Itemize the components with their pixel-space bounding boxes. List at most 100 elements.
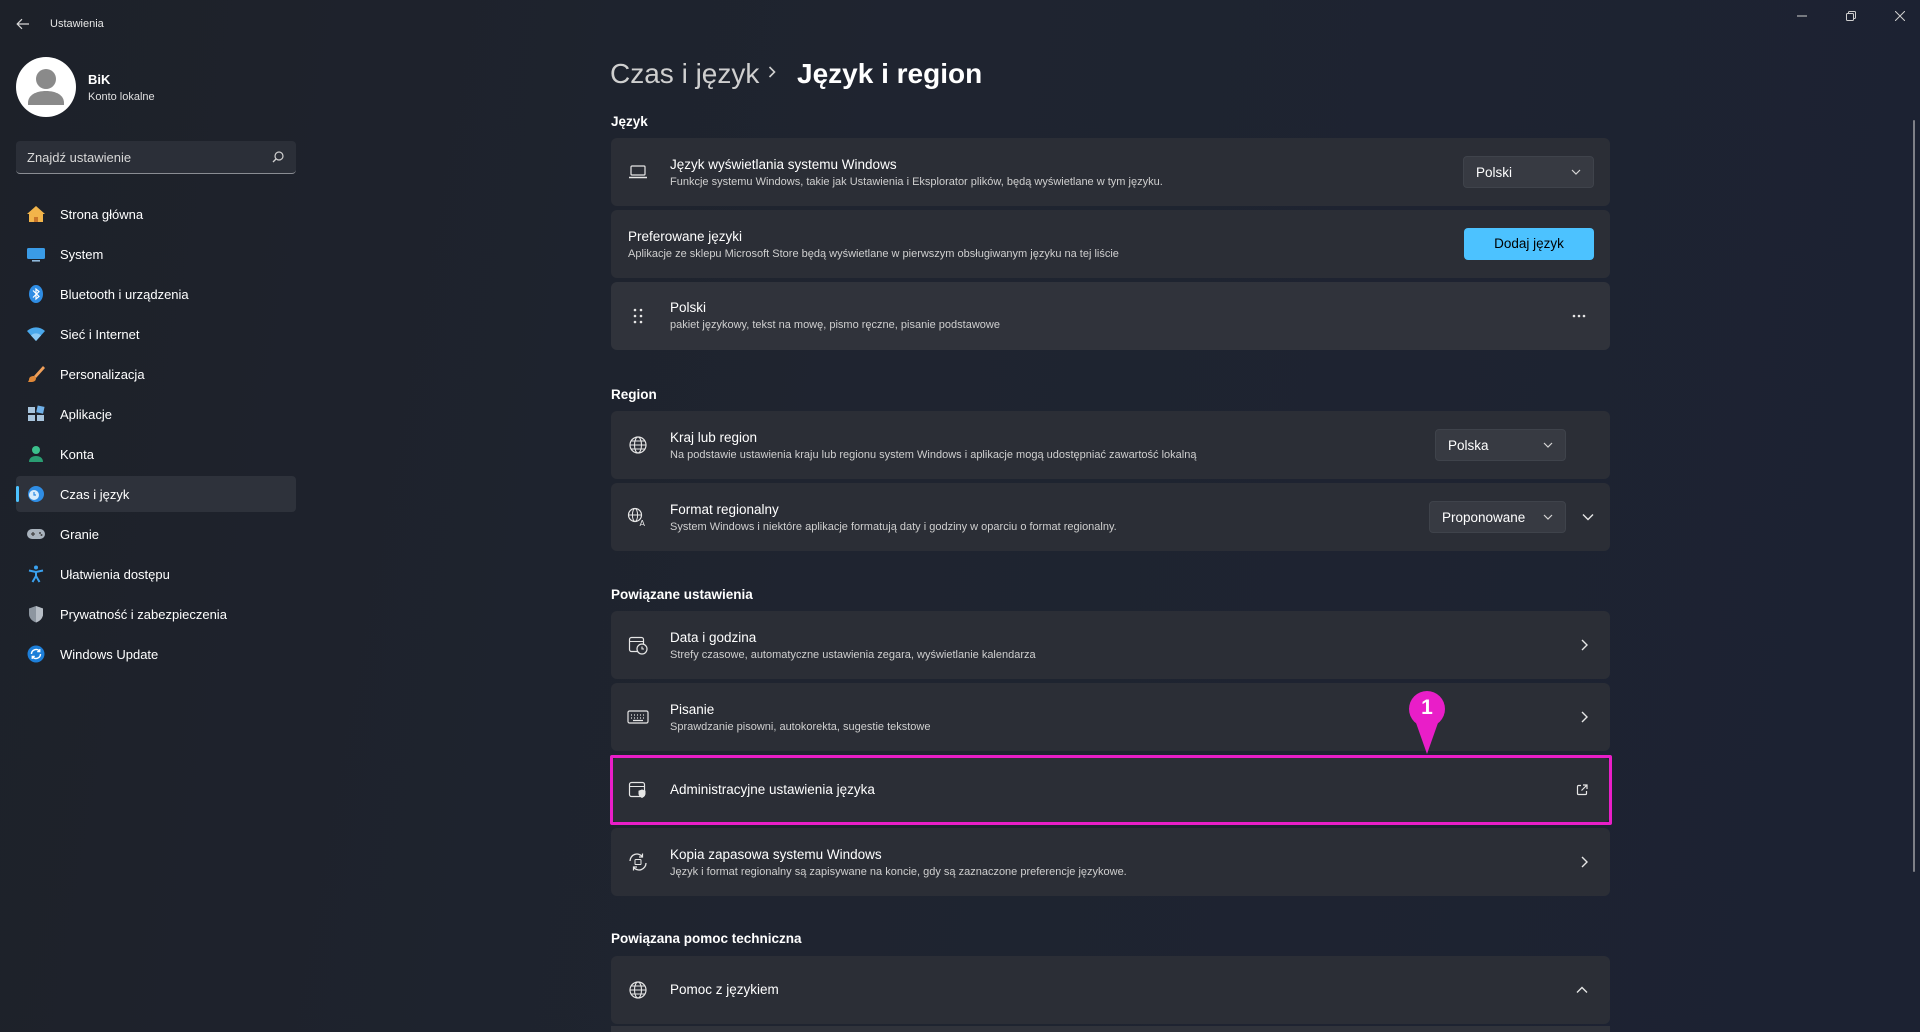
card-date-time[interactable]: Data i godzina Strefy czasowe, automatyc… — [611, 611, 1610, 679]
scrollbar[interactable] — [1913, 120, 1915, 872]
card-subtitle: Funkcje systemu Windows, takie jak Ustaw… — [670, 176, 1163, 188]
card-title: Pisanie — [670, 702, 715, 717]
card-preferred-languages: Preferowane języki Aplikacje ze sklepu M… — [611, 210, 1610, 278]
section-heading-language: Język — [611, 114, 648, 129]
search-placeholder: Znajdź ustawienie — [27, 150, 132, 165]
sidebar-item-network[interactable]: Sieć i Internet — [16, 316, 296, 352]
accessibility-icon — [26, 565, 46, 583]
drag-handle-icon[interactable] — [627, 305, 649, 327]
card-typing[interactable]: Pisanie Sprawdzanie pisowni, autokorekta… — [611, 683, 1610, 751]
section-heading-related-support: Powiązana pomoc techniczna — [611, 931, 802, 946]
search-input[interactable]: Znajdź ustawienie — [16, 141, 296, 174]
restore-icon — [1846, 11, 1856, 21]
svg-text:A: A — [640, 519, 646, 527]
chevron-down-icon — [1571, 169, 1581, 175]
backup-sync-icon — [627, 851, 649, 873]
card-subtitle: Aplikacje ze sklepu Microsoft Store będą… — [628, 248, 1119, 260]
sidebar-item-system[interactable]: System — [16, 236, 296, 272]
sidebar-item-personalization[interactable]: Personalizacja — [16, 356, 296, 392]
regional-format-dropdown[interactable]: Proponowane — [1429, 501, 1566, 533]
card-title: Język wyświetlania systemu Windows — [670, 157, 897, 172]
card-display-language: Język wyświetlania systemu Windows Funkc… — [611, 138, 1610, 206]
search-icon — [272, 151, 284, 163]
monitor-icon — [26, 245, 46, 263]
chevron-up-icon[interactable] — [1576, 986, 1588, 994]
sidebar-item-windows-update[interactable]: Windows Update — [16, 636, 296, 672]
home-icon — [26, 205, 46, 223]
back-button[interactable] — [10, 12, 36, 36]
clock-globe-icon — [26, 485, 46, 503]
chevron-right-icon — [1581, 856, 1588, 868]
card-title: Polski — [670, 300, 707, 315]
card-subtitle: Język i format regionalny są zapisywane … — [670, 866, 1127, 878]
expand-chevron-icon[interactable] — [1582, 513, 1594, 521]
avatar[interactable] — [16, 57, 76, 117]
regional-format-icon: A — [627, 506, 649, 528]
display-language-dropdown[interactable]: Polski — [1463, 156, 1594, 188]
breadcrumb-chevron-icon — [768, 66, 776, 78]
card-subtitle: Strefy czasowe, automatyczne ustawienia … — [670, 649, 1036, 661]
keyboard-icon — [627, 706, 649, 728]
chevron-right-icon — [1581, 639, 1588, 651]
section-heading-region: Region — [611, 387, 657, 402]
close-icon — [1895, 11, 1905, 21]
user-avatar-icon — [28, 69, 64, 105]
bluetooth-icon — [26, 285, 46, 303]
card-country-region: Kraj lub region Na podstawie ustawienia … — [611, 411, 1610, 479]
card-subtitle: Na podstawie ustawienia kraju lub region… — [670, 449, 1197, 461]
card-title: Format regionalny — [670, 502, 779, 517]
maximize-button[interactable] — [1831, 8, 1871, 24]
sidebar-item-gaming[interactable]: Granie — [16, 516, 296, 552]
card-expanded-content — [611, 1026, 1610, 1032]
user-name: BiK — [88, 72, 111, 87]
update-icon — [26, 645, 46, 663]
section-heading-related-settings: Powiązane ustawienia — [611, 587, 753, 602]
close-button[interactable] — [1880, 8, 1920, 24]
card-title: Data i godzina — [670, 630, 757, 645]
card-subtitle: pakiet językowy, tekst na mowę, pismo rę… — [670, 319, 1000, 331]
sidebar-item-apps[interactable]: Aplikacje — [16, 396, 296, 432]
card-title: Pomoc z językiem — [670, 982, 779, 997]
card-regional-format[interactable]: A Format regionalny System Windows i nie… — [611, 483, 1610, 551]
add-language-button[interactable]: Dodaj język — [1464, 228, 1594, 260]
minimize-button[interactable] — [1782, 8, 1822, 24]
card-windows-backup[interactable]: Kopia zapasowa systemu Windows Język i f… — [611, 828, 1610, 896]
card-subtitle: Sprawdzanie pisowni, autokorekta, sugest… — [670, 721, 931, 733]
laptop-icon — [627, 161, 649, 183]
annotation-highlight-box — [610, 755, 1612, 825]
annotation-marker: 1 — [1408, 690, 1446, 756]
calendar-clock-icon — [627, 634, 649, 656]
shield-icon — [26, 605, 46, 623]
sidebar-item-time-language[interactable]: Czas i język — [16, 476, 296, 512]
card-subtitle: System Windows i niektóre aplikacje form… — [670, 521, 1117, 533]
sidebar-nav: Strona główna System Bluetooth i urządze… — [16, 196, 296, 676]
card-language-help[interactable]: Pomoc z językiem — [611, 956, 1610, 1024]
page-title: Język i region — [797, 58, 983, 89]
annotation-number: 1 — [1421, 696, 1433, 719]
back-arrow-icon — [16, 18, 29, 30]
card-title: Preferowane języki — [628, 229, 743, 244]
globe-icon — [627, 434, 649, 456]
card-title: Kopia zapasowa systemu Windows — [670, 847, 882, 862]
breadcrumb-parent[interactable]: Czas i język — [610, 58, 759, 90]
sidebar-item-accessibility[interactable]: Ułatwienia dostępu — [16, 556, 296, 592]
sidebar-item-privacy[interactable]: Prywatność i zabezpieczenia — [16, 596, 296, 632]
chevron-down-icon — [1543, 442, 1553, 448]
minimize-icon — [1797, 15, 1807, 17]
sidebar-item-bluetooth[interactable]: Bluetooth i urządzenia — [16, 276, 296, 312]
title-bar — [0, 0, 1920, 48]
more-options-button[interactable] — [1572, 314, 1586, 318]
account-type: Konto lokalne — [88, 91, 155, 103]
card-title: Kraj lub region — [670, 430, 758, 445]
card-language-polish[interactable]: Polski pakiet językowy, tekst na mowę, p… — [611, 282, 1610, 350]
more-icon — [1572, 314, 1586, 318]
globe-icon — [627, 979, 649, 1001]
sidebar-item-home[interactable]: Strona główna — [16, 196, 296, 232]
country-region-dropdown[interactable]: Polska — [1435, 429, 1566, 461]
apps-icon — [26, 405, 46, 423]
wifi-icon — [26, 325, 46, 343]
brush-icon — [26, 365, 46, 383]
sidebar-item-accounts[interactable]: Konta — [16, 436, 296, 472]
person-icon — [26, 445, 46, 463]
chevron-down-icon — [1543, 514, 1553, 520]
